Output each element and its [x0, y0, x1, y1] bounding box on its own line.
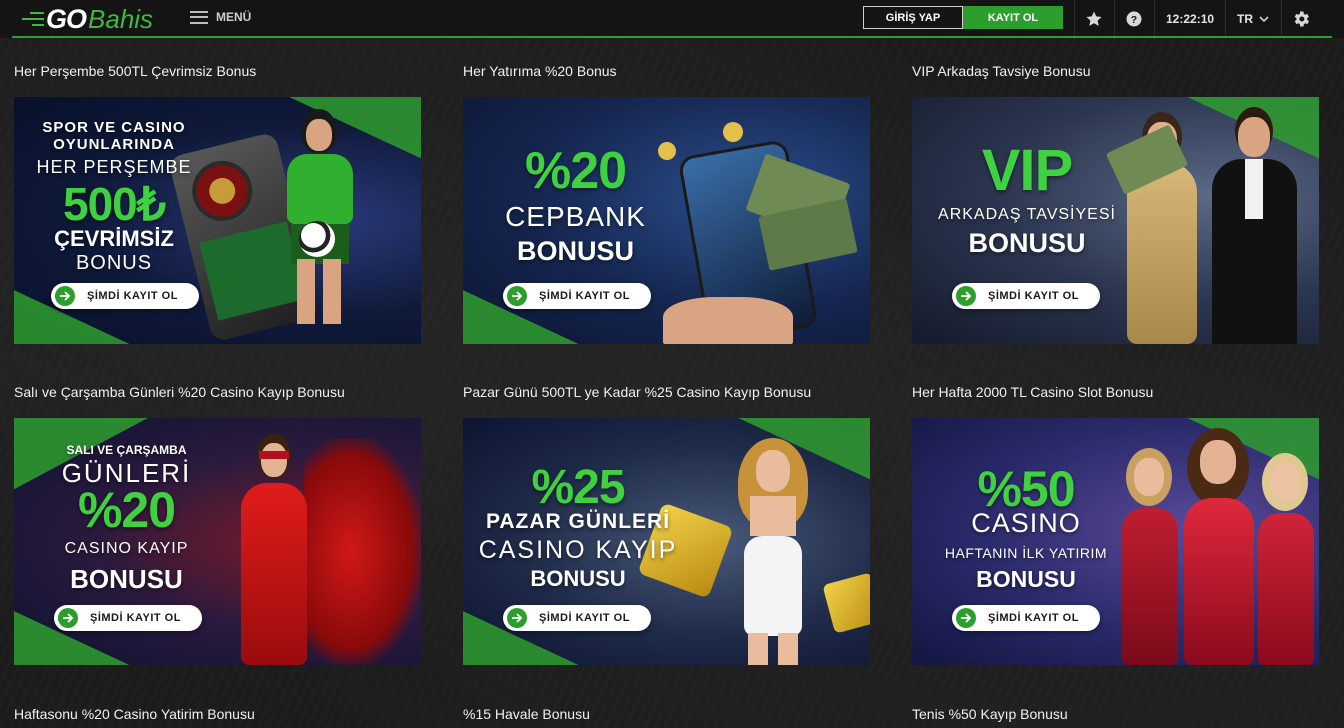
hamburger-icon [190, 10, 208, 24]
woman-right-image [1252, 453, 1319, 665]
woman-with-football-image [279, 109, 359, 324]
menu-button[interactable]: MENÜ [190, 10, 251, 24]
banner-line: CASINO [971, 508, 1081, 538]
promo-title[interactable]: Her Yatırıma %20 Bonus [463, 63, 617, 79]
promo-banner-sunday-casino-25[interactable]: %25 PAZAR GÜNLERİ CASINO KAYIP BONUSU Şİ… [463, 418, 870, 665]
promo-title[interactable]: Haftasonu %20 Casino Yatirim Bonusu [14, 706, 255, 722]
header-divider [1074, 0, 1075, 36]
banner-percent: %20 [524, 142, 627, 200]
promo-title[interactable]: Her Hafta 2000 TL Casino Slot Bonusu [912, 384, 1153, 400]
promo-banner-thursday-500tl[interactable]: SPOR VE CASINO OYUNLARINDA HER PERŞEMBE … [14, 97, 421, 344]
banner-line: CASINO KAYIP [64, 540, 189, 557]
promo-title[interactable]: Her Perşembe 500TL Çevrimsiz Bonus [14, 63, 256, 79]
red-fabric-image [304, 438, 421, 665]
banner-percent: %20 [77, 482, 176, 538]
banner-amount: 500₺ [62, 178, 166, 230]
register-now-label: ŞİMDİ KAYIT OL [988, 612, 1079, 624]
arrow-right-icon [956, 608, 976, 628]
register-now-button[interactable]: ŞİMDİ KAYIT OL [503, 283, 651, 309]
hand-image [663, 297, 793, 344]
arrow-right-icon [58, 608, 78, 628]
banner-line: PAZAR GÜNLERİ [485, 510, 671, 533]
register-now-button[interactable]: ŞİMDİ KAYIT OL [952, 283, 1100, 309]
register-now-button[interactable]: ŞİMDİ KAYIT OL [51, 283, 199, 309]
woman-in-white-swimsuit-image [728, 438, 818, 665]
chevron-down-icon [1259, 15, 1269, 22]
top-navigation-bar: GO Bahis MENÜ GİRİŞ YAP KAYIT OL ? 12:22… [0, 0, 1344, 38]
banner-line: BONUS [75, 252, 153, 274]
header-divider [1225, 0, 1226, 36]
promo-banner-vip-referral[interactable]: VIP ARKADAŞ TAVSİYESİ BONUSU ŞİMDİ KAYIT… [912, 97, 1319, 344]
language-label: TR [1237, 12, 1253, 26]
login-button[interactable]: GİRİŞ YAP [863, 6, 963, 29]
banner-line: SPOR VE CASINO [42, 119, 186, 136]
promo-title[interactable]: %15 Havale Bonusu [463, 706, 590, 722]
register-now-button[interactable]: ŞİMDİ KAYIT OL [952, 605, 1100, 631]
banner-line: SALI VE ÇARŞAMBA [66, 443, 187, 457]
register-now-button[interactable]: ŞİMDİ KAYIT OL [503, 605, 651, 631]
banner-line: OYUNLARINDA [53, 136, 175, 153]
logo-bahis-text: Bahis [88, 3, 154, 34]
promo-title[interactable]: Salı ve Çarşamba Günleri %20 Casino Kayı… [14, 384, 345, 400]
banner-line: ÇEVRİMSİZ [54, 226, 174, 251]
header-divider [1281, 0, 1282, 36]
woman-in-red-dress-image [229, 433, 314, 665]
clock: 12:22:10 [1166, 12, 1215, 26]
promo-title[interactable]: Tenis %50 Kayıp Bonusu [912, 706, 1068, 722]
register-now-label: ŞİMDİ KAYIT OL [90, 612, 181, 624]
banner-line: BONUSU [530, 566, 626, 591]
banner-line: HER PERŞEMBE [36, 157, 192, 177]
logo-go-text: GO [46, 3, 87, 34]
register-now-label: ŞİMDİ KAYIT OL [988, 290, 1079, 302]
svg-text:?: ? [1131, 14, 1137, 26]
banner-line: BONUSU [976, 566, 1076, 592]
banner-percent: %25 [531, 461, 625, 514]
promo-banner-cepbank-20[interactable]: %20 CEPBANK BONUSU ŞİMDİ KAYIT OL [463, 97, 870, 344]
banner-line: ARKADAŞ TAVSİYESİ [938, 206, 1116, 223]
coin-image [723, 122, 743, 142]
banner-line: BONUSU [70, 564, 183, 594]
header-divider [1114, 0, 1115, 36]
language-selector[interactable]: TR [1237, 12, 1269, 26]
man-in-tuxedo-image [1207, 107, 1302, 344]
banner-vip: VIP [981, 138, 1074, 203]
arrow-right-icon [507, 608, 527, 628]
banner-line: CASINO KAYIP [478, 536, 678, 564]
banner-line: BONUSU [516, 236, 634, 266]
register-now-label: ŞİMDİ KAYIT OL [539, 290, 630, 302]
logo-speed-lines [22, 12, 44, 26]
menu-label: MENÜ [216, 10, 252, 24]
banner-line: HAFTANIN İLK YATIRIM [944, 545, 1108, 561]
header-divider [1154, 0, 1155, 36]
star-icon[interactable] [1084, 9, 1104, 29]
promo-title[interactable]: VIP Arkadaş Tavsiye Bonusu [912, 63, 1090, 79]
arrow-right-icon [956, 286, 976, 306]
promo-banner-weekly-casino-slot[interactable]: %50 CASINO HAFTANIN İLK YATIRIM BONUSU Ş… [912, 418, 1319, 665]
arrow-right-icon [507, 286, 527, 306]
gobahis-logo[interactable]: GO Bahis [22, 4, 153, 34]
register-now-label: ŞİMDİ KAYIT OL [539, 612, 630, 624]
promo-title[interactable]: Pazar Günü 500TL ye Kadar %25 Casino Kay… [463, 384, 811, 400]
register-button[interactable]: KAYIT OL [963, 6, 1063, 29]
register-now-label: ŞİMDİ KAYIT OL [87, 290, 178, 302]
auth-buttons: GİRİŞ YAP KAYIT OL [863, 6, 1063, 29]
gear-icon[interactable] [1291, 9, 1311, 29]
register-now-button[interactable]: ŞİMDİ KAYIT OL [54, 605, 202, 631]
help-icon[interactable]: ? [1124, 9, 1144, 29]
arrow-right-icon [55, 286, 75, 306]
banner-line: BONUSU [968, 228, 1086, 258]
promo-banner-tuesday-wednesday-casino[interactable]: SALI VE ÇARŞAMBA GÜNLERİ %20 CASINO KAYI… [14, 418, 421, 665]
banner-line: CEPBANK [505, 201, 646, 232]
